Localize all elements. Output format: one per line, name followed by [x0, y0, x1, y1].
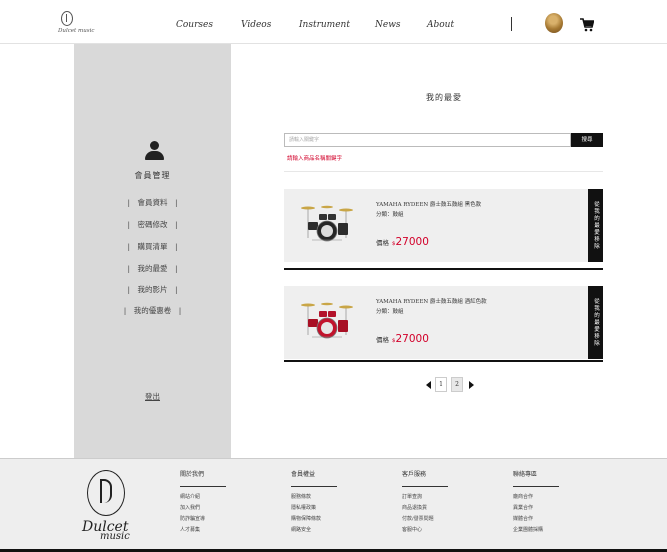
logo-text: Dulcet music [58, 28, 95, 34]
divider [284, 171, 603, 172]
footer-column-title: 會員權益 [291, 471, 316, 478]
sidebar-item-change-password[interactable]: | 密碼修改 | [74, 219, 231, 230]
sidebar-item-member-info[interactable]: | 會員資料 | [74, 197, 231, 208]
site-logo[interactable]: Dulcet music [55, 11, 105, 39]
drum-kit-red-image [301, 302, 353, 339]
footer-link[interactable]: 客服中心 [402, 526, 472, 533]
footer-link[interactable]: 加入我們 [180, 504, 250, 511]
search-hint: 請輸入商品名稱關鍵字 [287, 156, 343, 162]
divider [513, 486, 559, 487]
product-name[interactable]: YAMAHA RYDEEN 爵士鼓五鼓組 黑色款 [376, 200, 481, 208]
footer-link[interactable]: 服務條款 [291, 493, 361, 500]
footer-logo-word: music [100, 531, 130, 542]
divider [291, 486, 337, 487]
page-button-2[interactable]: 2 [451, 377, 463, 392]
page-title: 我的最愛 [426, 93, 462, 102]
nav-link-about[interactable]: About [427, 20, 454, 30]
footer-logo[interactable]: Dulcet music [82, 465, 162, 545]
product-category: 分類：鼓組 [376, 309, 404, 315]
footer-link[interactable]: 網路安全 [291, 526, 361, 533]
next-page-arrow-icon[interactable] [469, 381, 474, 389]
price-value: 27000 [395, 236, 429, 248]
cart-icon[interactable] [580, 18, 594, 32]
footer-link[interactable]: 購物保障條款 [291, 515, 361, 522]
footer-link[interactable]: 廠商合作 [513, 493, 583, 500]
price-value: 27000 [395, 333, 429, 345]
footer-column-member: 會員權益 服務條款 隱私權政策 購物保障條款 網路安全 [291, 469, 361, 533]
remove-from-favorites-button[interactable]: 從我的最愛移除 [588, 286, 603, 359]
product-name[interactable]: YAMAHA RYDEEN 爵士鼓五鼓組 酒紅色款 [376, 297, 487, 305]
footer-link[interactable]: 企業團體採購 [513, 526, 583, 533]
sidebar-item-coupons[interactable]: | 我的優惠卷 | [74, 305, 231, 316]
user-icon [145, 141, 164, 161]
logo-ring-icon [87, 470, 125, 516]
drum-kit-black-image [301, 205, 353, 242]
footer-column-about: 關於我們 網站介紹 加入我們 防詐騙宣導 人才募集 [180, 469, 250, 533]
sidebar-item-favorites[interactable]: | 我的最愛 | [74, 263, 231, 274]
nav-link-videos[interactable]: Videos [241, 20, 271, 30]
sidebar-item-my-videos[interactable]: | 我的影片 | [74, 284, 231, 295]
footer-column-title: 關於我們 [180, 471, 205, 478]
footer-link[interactable]: 媒體合作 [513, 515, 583, 522]
sidebar-item-purchase-list[interactable]: | 購買清單 | [74, 241, 231, 252]
member-sidebar: 會員管理 | 會員資料 | | 密碼修改 | | 購買清單 | | 我的最愛 |… [74, 44, 231, 458]
footer-column-contact: 聯絡專區 廠商合作 異業合作 媒體合作 企業團體採購 [513, 469, 583, 533]
page-button-1[interactable]: 1 [435, 377, 447, 392]
prev-page-arrow-icon[interactable] [426, 381, 431, 389]
site-footer: Dulcet music 關於我們 網站介紹 加入我們 防詐騙宣導 人才募集 會… [0, 458, 667, 552]
favorite-item: YAMAHA RYDEEN 爵士鼓五鼓組 酒紅色款 分類：鼓組 價格 $27000… [284, 286, 603, 359]
product-price: 價格 $27000 [376, 236, 429, 248]
divider [284, 268, 603, 270]
search-input[interactable] [284, 133, 571, 147]
top-navbar: Dulcet music Courses Videos Instrument N… [0, 0, 667, 44]
footer-link[interactable]: 網站介紹 [180, 493, 250, 500]
footer-link[interactable]: 異業合作 [513, 504, 583, 511]
product-category: 分類：鼓組 [376, 212, 404, 218]
nav-link-courses[interactable]: Courses [176, 20, 213, 30]
logout-link[interactable]: 登出 [74, 391, 231, 402]
favorite-item: YAMAHA RYDEEN 爵士鼓五鼓組 黑色款 分類：鼓組 價格 $27000 … [284, 189, 603, 262]
footer-link[interactable]: 付款/發票問題 [402, 515, 472, 522]
price-label: 價格 [376, 239, 389, 247]
remove-from-favorites-button[interactable]: 從我的最愛移除 [588, 189, 603, 262]
search-button[interactable]: 搜尋 [571, 133, 603, 147]
divider [284, 360, 603, 362]
product-price: 價格 $27000 [376, 333, 429, 345]
logo-mark-icon [61, 11, 73, 26]
nav-link-instrument[interactable]: Instrument [299, 20, 350, 30]
sidebar-title: 會員管理 [134, 171, 171, 180]
footer-column-title: 聯絡專區 [513, 471, 538, 478]
footer-column-service: 客戶服務 訂單查詢 商品退換貨 付款/發票問題 客服中心 [402, 469, 472, 533]
footer-link[interactable]: 商品退換貨 [402, 504, 472, 511]
divider [402, 486, 448, 487]
nav-divider [511, 17, 512, 31]
footer-column-title: 客戶服務 [402, 471, 427, 478]
nav-link-news[interactable]: News [375, 20, 401, 30]
price-label: 價格 [376, 336, 389, 344]
footer-link[interactable]: 隱私權政策 [291, 504, 361, 511]
footer-link[interactable]: 人才募集 [180, 526, 250, 533]
user-avatar[interactable] [545, 13, 563, 33]
divider [180, 486, 226, 487]
footer-link[interactable]: 訂單查詢 [402, 493, 472, 500]
footer-link[interactable]: 防詐騙宣導 [180, 515, 250, 522]
